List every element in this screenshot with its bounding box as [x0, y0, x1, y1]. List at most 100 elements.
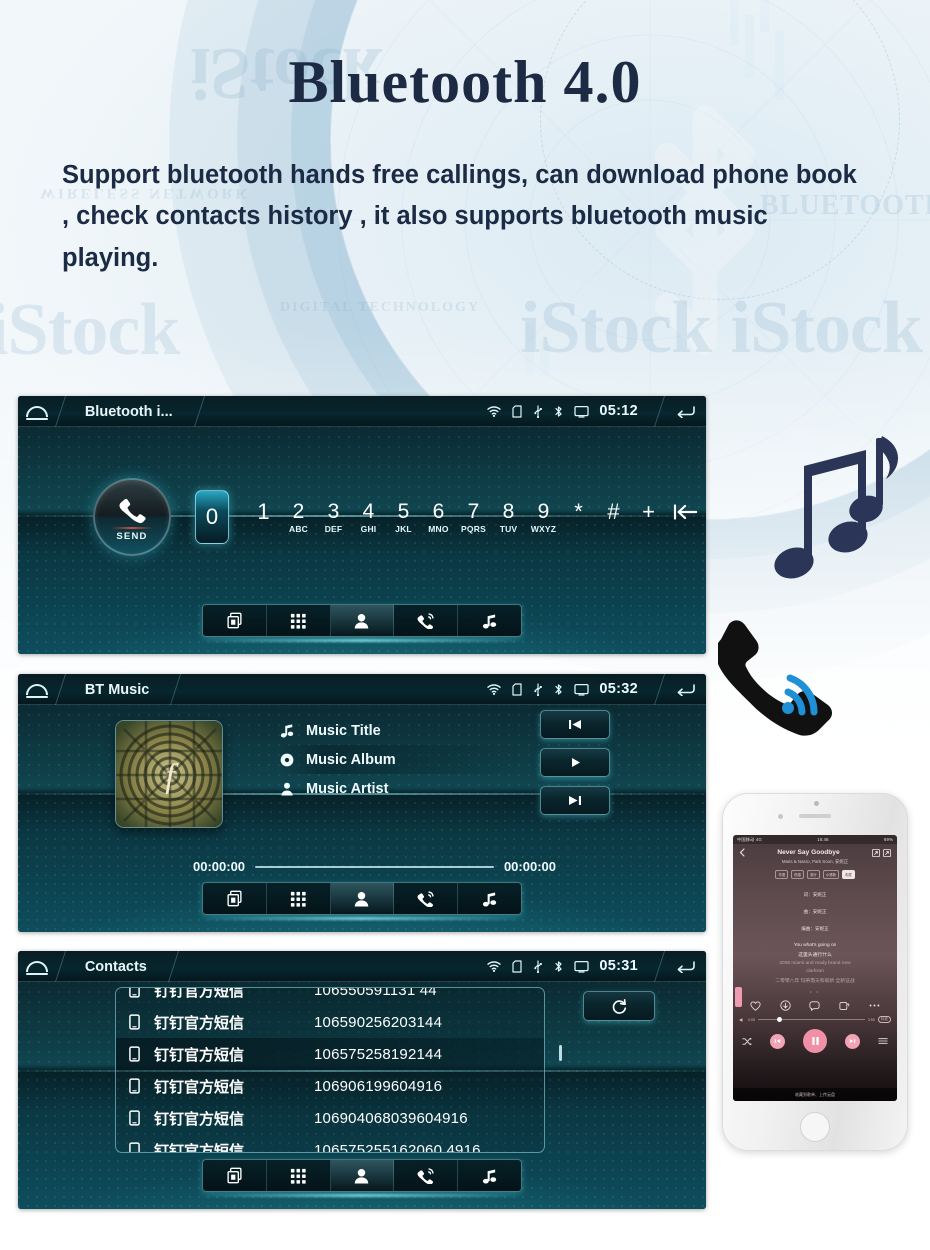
phone-tag-row: 华语 伤感 流行 小清新 收藏 — [733, 870, 897, 879]
contacts-scrollbar[interactable] — [559, 1045, 562, 1061]
speaker-icon[interactable] — [739, 1017, 745, 1023]
contact-row[interactable]: 钉钉官方短信 106590256203144 — [116, 1006, 544, 1038]
keypad-key-letters: TUV — [499, 523, 518, 534]
contact-row[interactable]: 钉钉官方短信 106904068039604916 — [116, 1102, 544, 1134]
play-button[interactable] — [540, 748, 610, 777]
next-track-button[interactable] — [540, 786, 610, 815]
phone-next-button[interactable] — [845, 1033, 860, 1049]
screen-title-tab[interactable]: Contacts — [59, 951, 180, 982]
backspace-button[interactable] — [667, 501, 705, 527]
nav-item-windows-stack[interactable] — [203, 1160, 267, 1191]
keypad-key-hash[interactable]: # — [597, 500, 630, 523]
contact-row[interactable]: 钉钉官方短信 106550591131 44 — [116, 988, 544, 1006]
contact-number: 106575255162060 4916 — [314, 1141, 481, 1153]
dialer-display[interactable]: 0 — [195, 490, 229, 544]
disc-icon — [278, 753, 295, 767]
previous-track-button[interactable] — [540, 710, 610, 739]
previous-icon — [774, 1039, 781, 1043]
nav-item-windows-stack[interactable] — [203, 605, 267, 636]
keypad-key-3[interactable]: 3 DEF — [317, 500, 350, 534]
windows-stack-icon — [227, 612, 242, 629]
back-arrow-icon[interactable] — [653, 951, 706, 982]
nav-item-music-note[interactable] — [458, 883, 521, 914]
phone-pause-button[interactable] — [803, 1029, 827, 1053]
cast-icon[interactable] — [872, 848, 880, 857]
download-icon[interactable] — [780, 1000, 791, 1011]
more-icon[interactable] — [869, 1003, 880, 1008]
keypad-key-9[interactable]: 9 WXYZ — [527, 500, 560, 534]
send-call-button[interactable]: SEND — [93, 478, 171, 556]
nav-item-contact-person[interactable] — [330, 1160, 395, 1191]
keypad-key-star[interactable]: * — [562, 500, 595, 523]
home-icon[interactable] — [18, 951, 67, 982]
keypad-key-6[interactable]: 6 MNO — [422, 500, 455, 534]
keypad-key-letters: JKL — [395, 523, 412, 534]
track-meta-row[interactable]: Music Album — [278, 745, 528, 774]
share-icon[interactable] — [839, 1001, 850, 1011]
nav-item-call-history[interactable] — [394, 605, 459, 636]
phone-bottom-note-bar[interactable]: 收藏到歌单、上传云盘 — [733, 1088, 897, 1101]
contact-row[interactable]: 钉钉官方短信 106906199604916 — [116, 1070, 544, 1102]
shuffle-icon[interactable] — [742, 1037, 752, 1046]
playback-timeline[interactable]: 00:00:00 00:00:00 — [193, 859, 556, 874]
total-time: 00:00:00 — [503, 859, 556, 874]
screen-icon — [574, 960, 590, 973]
keypad-key-plus[interactable]: + — [632, 500, 665, 523]
keypad-key-4[interactable]: 4 GHI — [352, 500, 385, 534]
keypad-key-8[interactable]: 8 TUV — [492, 500, 525, 534]
nav-item-call-history[interactable] — [394, 883, 459, 914]
heart-icon[interactable] — [750, 1000, 761, 1011]
mobile-phone-icon — [128, 1046, 140, 1062]
mobile-phone-icon — [124, 1046, 144, 1062]
album-art[interactable]: f — [115, 720, 223, 828]
nav-item-contact-person[interactable] — [330, 883, 395, 914]
keypad-key-2[interactable]: 2 ABC — [282, 500, 315, 534]
nav-item-keypad-grid[interactable] — [267, 1160, 331, 1191]
playlist-icon[interactable] — [878, 1037, 888, 1045]
keypad-key-1[interactable]: 1 — [247, 500, 280, 523]
contacts-list[interactable]: 钉钉官方短信 106550591131 44 钉钉官方短信 1065902562031… — [115, 987, 545, 1153]
nav-item-music-note[interactable] — [458, 1160, 521, 1191]
nav-item-keypad-grid[interactable] — [267, 883, 331, 914]
phone-progress-bar[interactable] — [758, 1017, 865, 1022]
progress-bar[interactable] — [255, 865, 494, 868]
nav-item-call-history[interactable] — [394, 1160, 459, 1191]
screen-title-tab[interactable]: Bluetooth i... — [59, 396, 205, 427]
nav-item-contact-person[interactable] — [330, 605, 395, 636]
phone-action-row — [733, 994, 897, 1011]
home-icon[interactable] — [18, 396, 67, 427]
phone-tag[interactable]: 华语 — [775, 870, 789, 879]
contact-person-icon — [355, 613, 369, 628]
contact-row[interactable]: 钉钉官方短信 106575255162060 4916 — [116, 1134, 544, 1153]
phone-lyric-line: 这里头通行什么 — [798, 953, 832, 958]
keypad-key-7[interactable]: 7 PQRS — [457, 500, 490, 534]
nav-item-music-note[interactable] — [458, 605, 521, 636]
back-arrow-icon[interactable] — [653, 396, 706, 427]
back-arrow-icon[interactable] — [653, 674, 706, 705]
phone-home-button[interactable] — [800, 1112, 830, 1142]
keypad-key-5[interactable]: 5 JKL — [387, 500, 420, 534]
phone-tag[interactable]: 收藏 — [841, 870, 855, 879]
nav-item-keypad-grid[interactable] — [267, 605, 331, 636]
track-meta-row[interactable]: Music Title — [278, 716, 528, 745]
comment-icon[interactable] — [809, 1000, 821, 1011]
mobile-phone-icon — [124, 988, 144, 998]
phone-progress-row[interactable]: 0:05 3:59 标准 — [733, 1011, 897, 1023]
track-meta-row[interactable]: Music Artist — [278, 774, 528, 803]
screen-title-tab[interactable]: BT Music — [59, 674, 182, 705]
home-icon[interactable] — [18, 674, 67, 705]
phone-previous-button[interactable] — [770, 1033, 785, 1049]
share-icon[interactable] — [883, 848, 891, 857]
music-note-icon — [483, 613, 497, 628]
phone-quality-badge[interactable]: 标准 — [877, 1016, 891, 1023]
phone-progress-knob[interactable] — [777, 1017, 783, 1022]
contact-row[interactable]: 钉钉官方短信 106575258192144 — [116, 1038, 544, 1070]
bottom-nav — [202, 1159, 522, 1192]
refresh-contacts-button[interactable] — [583, 991, 655, 1021]
phone-tag[interactable]: 伤感 — [791, 870, 804, 879]
nav-item-windows-stack[interactable] — [203, 883, 267, 914]
phone-tag[interactable]: 流行 — [806, 870, 820, 879]
call-history-icon — [417, 612, 434, 629]
artist-person-icon — [278, 782, 295, 796]
phone-tag[interactable]: 小清新 — [822, 870, 839, 879]
